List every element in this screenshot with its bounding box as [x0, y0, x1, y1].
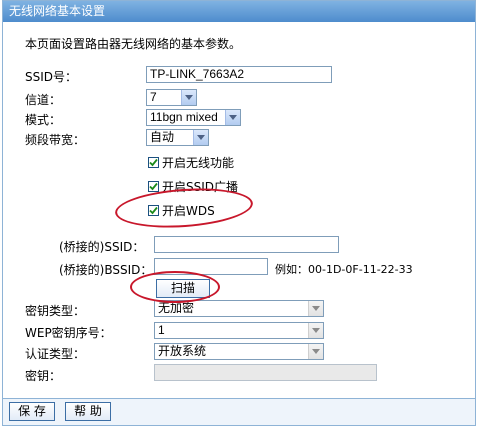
bssid-example-hint: 例如：00-1D-0F-11-22-33: [275, 263, 413, 276]
scan-button[interactable]: 扫描: [156, 279, 210, 298]
chevron-down-icon[interactable]: [193, 130, 208, 145]
page-description: 本页面设置路由器无线网络的基本参数。: [25, 37, 242, 51]
key-input[interactable]: [154, 364, 377, 381]
chevron-down-icon[interactable]: [308, 301, 323, 316]
enable-wds-label: 开启WDS: [162, 204, 215, 218]
enable-wireless-label: 开启无线功能: [162, 156, 235, 170]
mode-select-value: 11bgn mixed: [150, 110, 218, 124]
checkmark-icon[interactable]: [148, 157, 159, 168]
key-type-value: 无加密: [158, 301, 195, 315]
enable-wds-checkbox[interactable]: 开启WDS: [148, 202, 215, 219]
chevron-down-icon[interactable]: [181, 90, 196, 105]
wep-index-label: WEP密钥序号：: [25, 326, 112, 340]
wep-index-value: 1: [158, 323, 165, 337]
chevron-down-icon[interactable]: [225, 110, 240, 125]
auth-type-label: 认证类型：: [25, 347, 86, 361]
channel-select[interactable]: 7: [146, 89, 197, 106]
mode-label: 模式：: [25, 113, 62, 127]
footer-bar: 保 存 帮 助: [3, 398, 475, 425]
bridged-bssid-label: (桥接的)BSSID：: [59, 263, 153, 277]
key-label: 密钥：: [25, 369, 62, 383]
mode-select[interactable]: 11bgn mixed: [146, 109, 241, 126]
window-title: 无线网络基本设置: [3, 1, 475, 22]
wireless-settings-panel: 无线网络基本设置 本页面设置路由器无线网络的基本参数。 SSID号： TP-LI…: [2, 0, 476, 426]
ssid-input-value: TP-LINK_7663A2: [150, 67, 245, 81]
bridged-bssid-input[interactable]: [154, 258, 268, 275]
key-type-select[interactable]: 无加密: [154, 300, 324, 317]
bridged-ssid-input[interactable]: [154, 236, 339, 253]
bandwidth-label: 频段带宽：: [25, 133, 86, 147]
ssid-input[interactable]: TP-LINK_7663A2: [146, 66, 332, 83]
bandwidth-select[interactable]: 自动: [146, 129, 209, 146]
auth-type-select[interactable]: 开放系统: [154, 343, 324, 360]
auth-type-value: 开放系统: [158, 344, 207, 358]
enable-ssid-broadcast-label: 开启SSID广播: [162, 180, 239, 194]
channel-label: 信道：: [25, 93, 62, 107]
wep-index-select[interactable]: 1: [154, 322, 324, 339]
bandwidth-select-value: 自动: [150, 130, 175, 144]
enable-ssid-broadcast-checkbox[interactable]: 开启SSID广播: [148, 178, 238, 195]
chevron-down-icon[interactable]: [308, 323, 323, 338]
channel-select-value: 7: [150, 90, 157, 104]
checkmark-icon[interactable]: [148, 181, 159, 192]
enable-wireless-checkbox[interactable]: 开启无线功能: [148, 154, 234, 171]
bridged-ssid-label: (桥接的)SSID：: [59, 240, 145, 254]
help-button[interactable]: 帮 助: [65, 402, 111, 421]
chevron-down-icon[interactable]: [308, 344, 323, 359]
checkmark-icon[interactable]: [148, 205, 159, 216]
key-type-label: 密钥类型：: [25, 304, 86, 318]
save-button[interactable]: 保 存: [9, 402, 55, 421]
ssid-label: SSID号：: [25, 70, 78, 84]
